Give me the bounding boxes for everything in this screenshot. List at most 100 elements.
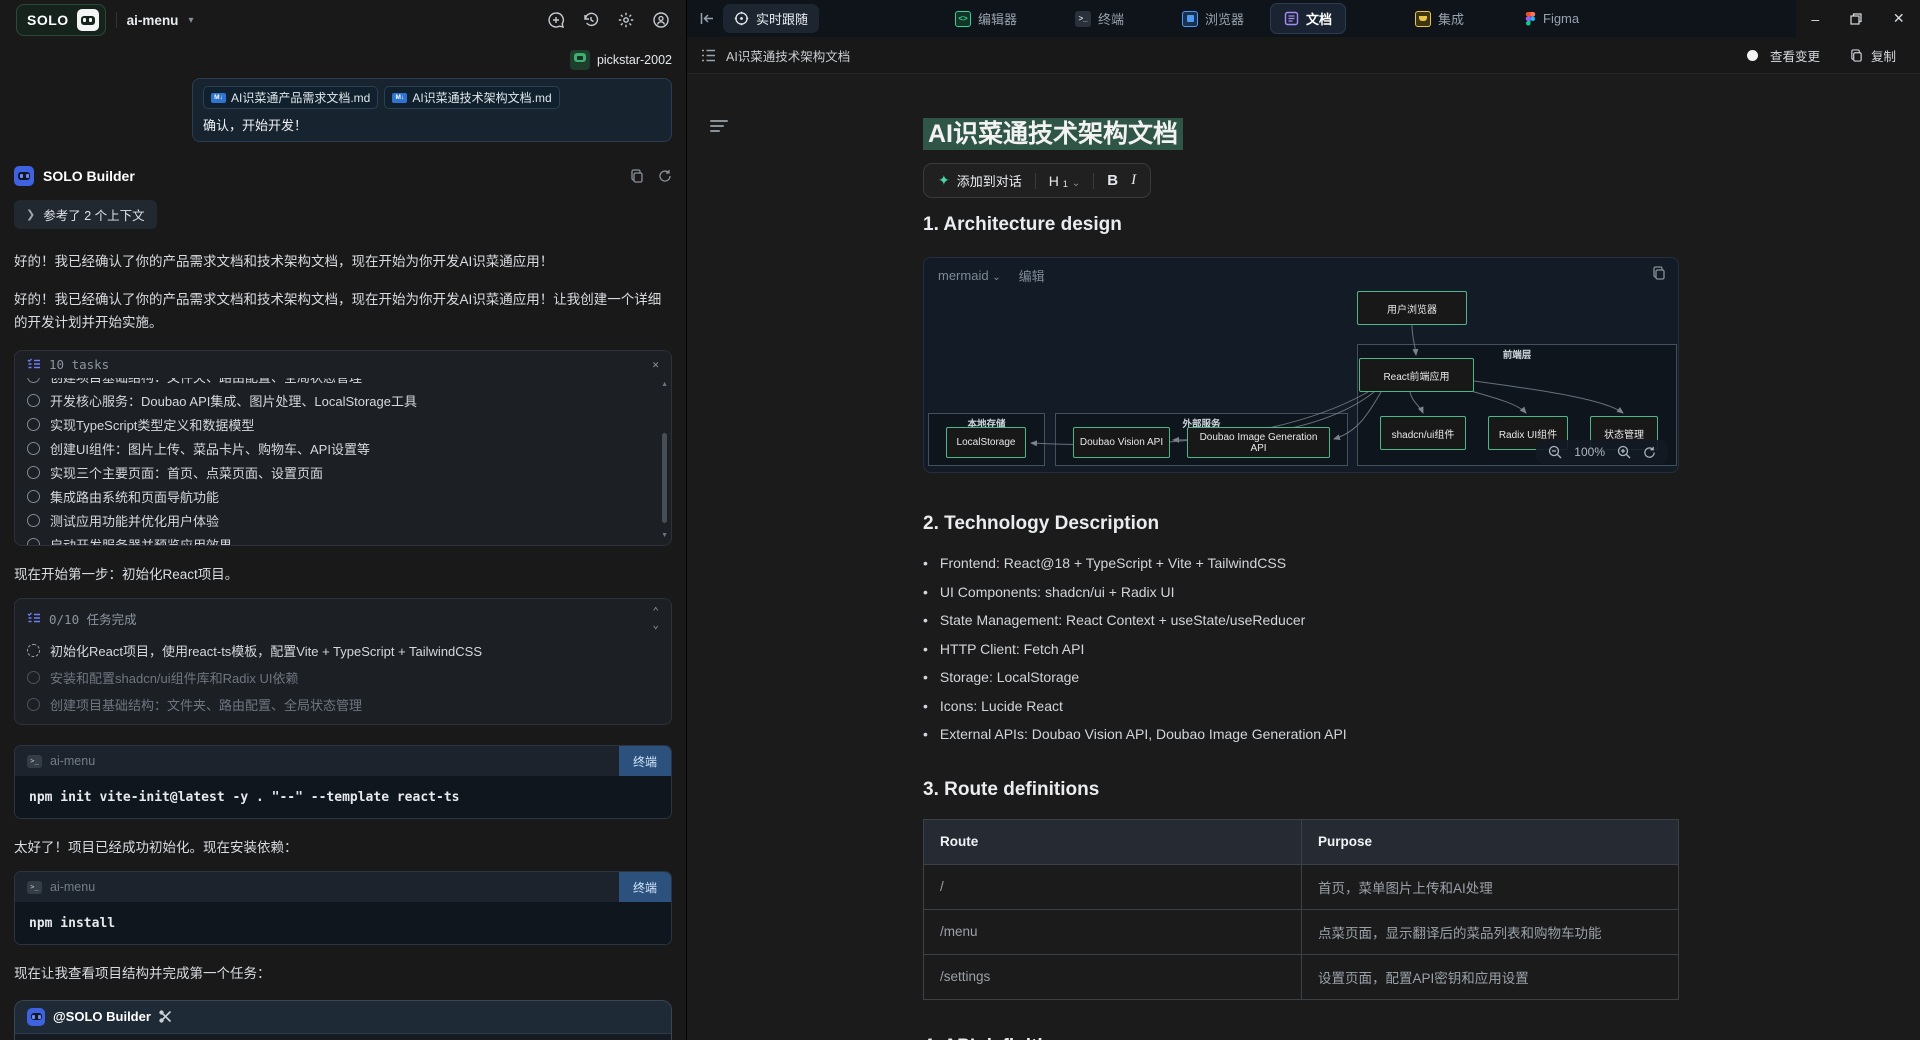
left-topbar: SOLO ai-menu ▾	[0, 0, 686, 40]
history-icon[interactable]	[582, 11, 600, 29]
new-chat-icon[interactable]	[547, 11, 565, 29]
heading-select[interactable]: H1⌄	[1049, 173, 1081, 189]
builder-robot-icon	[27, 1008, 45, 1026]
outline-list-icon[interactable]	[701, 49, 716, 62]
expand-collapse-icon[interactable]: ⌃⌄	[652, 605, 659, 631]
docs-icon	[1284, 11, 1299, 26]
user-name: pickstar-2002	[597, 53, 672, 67]
solo-logo[interactable]: SOLO	[16, 4, 106, 36]
collapse-panel-icon[interactable]	[700, 0, 715, 37]
table-row: /menu点菜页面，显示翻译后的菜品列表和购物车功能	[924, 909, 1679, 954]
restore-button[interactable]	[1850, 13, 1862, 25]
context-reference-chip[interactable]: ❯ 参考了 2 个上下文	[14, 200, 157, 229]
assistant-message: 太好了！项目已经成功初始化。现在安装依赖：	[14, 837, 672, 859]
refresh-icon[interactable]	[658, 169, 672, 183]
section-heading: 2. Technology Description	[923, 513, 1679, 535]
assistant-message: 现在开始第一步：初始化React项目。	[14, 564, 672, 586]
checklist-icon	[27, 358, 41, 370]
user-message-text: 确认，开始开发！	[203, 115, 307, 134]
file-chip[interactable]: M↓AI识菜通产品需求文档.md	[203, 86, 378, 109]
list-item: •State Management: React Context + useSt…	[923, 606, 1679, 635]
assistant-message: 好的！我已经确认了你的产品需求文档和技术架构文档，现在开始为你开发AI识菜通应用…	[14, 289, 672, 334]
progress-count: 0/10 任务完成	[49, 609, 137, 628]
collapse-icon[interactable]: ✕	[652, 358, 659, 371]
task-item-partial: 创建项目基础结构：文件夹、路由配置、全局状态管理	[27, 378, 362, 389]
tab-editor[interactable]: <>编辑器	[955, 9, 1017, 28]
task-circle-icon	[27, 394, 40, 407]
tab-live-follow[interactable]: 实时跟随	[723, 4, 819, 33]
task-item: 开发核心服务：Doubao API集成、图片处理、LocalStorage工具	[27, 389, 659, 413]
edit-diagram-button[interactable]: 编辑	[1019, 266, 1045, 285]
document-toolbar: AI识菜通技术架构文档 查看变更 复制	[687, 37, 1920, 74]
list-item: •Icons: Lucide React	[923, 692, 1679, 721]
table-row: /settings设置页面，配置API密钥和应用设置	[924, 954, 1679, 999]
mention-label: @SOLO Builder	[53, 1009, 151, 1024]
terminal-badge-button[interactable]: 终端	[619, 872, 671, 902]
terminal-block: >_ ai-menu 终端 npm install	[14, 871, 672, 945]
list-item: •Frontend: React@18 + TypeScript + Vite …	[923, 549, 1679, 578]
copy-button[interactable]: 复制	[1871, 46, 1896, 65]
task-item: 创建UI组件：图片上传、菜品卡片、购物车、API设置等	[27, 437, 659, 461]
copy-icon[interactable]	[1652, 266, 1666, 280]
tab-browser[interactable]: 浏览器	[1182, 9, 1244, 28]
tab-integration[interactable]: 集成	[1415, 9, 1464, 28]
reset-view-icon[interactable]	[1643, 446, 1656, 459]
spinner-icon	[27, 644, 40, 657]
terminal-command: npm install	[29, 916, 115, 931]
tech-list: •Frontend: React@18 + TypeScript + Vite …	[923, 549, 1679, 749]
progress-item-active: 初始化React项目，使用react-ts模板，配置Vite + TypeScr…	[15, 637, 671, 664]
bold-button[interactable]: B	[1107, 172, 1118, 189]
minimize-button[interactable]: –	[1811, 11, 1819, 27]
breadcrumb[interactable]: AI识菜通技术架构文档	[726, 46, 850, 65]
task-item: 实现三个主要页面：首页、点菜页面、设置页面	[27, 461, 659, 485]
italic-button[interactable]: I	[1131, 172, 1136, 189]
diagram-language-select[interactable]: mermaid ⌄	[938, 268, 1001, 283]
zoom-out-icon[interactable]	[1548, 445, 1562, 459]
scrollbar[interactable]: ▲▼	[660, 381, 668, 539]
status-dot[interactable]	[1747, 50, 1758, 61]
copy-icon[interactable]	[630, 169, 644, 183]
solo-robot-icon	[77, 9, 99, 31]
assistant-name: SOLO Builder	[43, 168, 135, 184]
add-to-chat-button[interactable]: ✦添加到对话	[938, 171, 1022, 190]
close-button[interactable]: ✕	[1893, 10, 1905, 27]
document-area[interactable]: AI识菜通技术架构文档 ✦添加到对话 H1⌄ B I 1. Architectu…	[687, 74, 1920, 1040]
progress-item: 创建项目基础结构：文件夹、路由配置、全局状态管理	[15, 691, 671, 718]
task-list-card: 10 tasks ✕ 创建项目基础结构：文件夹、路由配置、全局状态管理 开发核心…	[14, 350, 672, 546]
task-item: 实现TypeScript类型定义和数据模型	[27, 413, 659, 437]
diagram-node: 用户浏览器	[1357, 291, 1467, 325]
account-icon[interactable]	[652, 11, 670, 29]
terminal-icon: >_	[27, 755, 42, 768]
list-item: •External APIs: Doubao Vision API, Douba…	[923, 720, 1679, 749]
markdown-icon: M↓	[211, 93, 226, 103]
chat-panel: SOLO ai-menu ▾ pickstar-2002 M↓AI识菜通产品	[0, 0, 687, 1040]
chat-scroll-area[interactable]: pickstar-2002 M↓AI识菜通产品需求文档.md M↓AI识菜通技术…	[0, 40, 686, 1040]
table-header: Purpose	[1302, 819, 1679, 864]
tab-docs[interactable]: 文档	[1270, 3, 1346, 34]
settings-gear-icon[interactable]	[617, 11, 635, 29]
message-input[interactable]: 您正在与 SOLO Builder 聊天 @ # Claude-4-Sonnet…	[15, 1034, 671, 1040]
diagram-zoom-controls: 100%	[1536, 440, 1668, 464]
diagram-node: shadcn/ui组件	[1380, 416, 1466, 450]
zoom-in-icon[interactable]	[1617, 445, 1631, 459]
copy-icon[interactable]	[1850, 49, 1863, 62]
figma-icon	[1525, 11, 1536, 26]
tab-terminal[interactable]: >_终端	[1075, 9, 1124, 28]
chat-input-box[interactable]: @SOLO Builder 您正在与 SOLO Builder 聊天 @ # C…	[14, 1000, 672, 1040]
block-menu-icon[interactable]	[710, 120, 728, 135]
chevron-down-icon[interactable]: ▾	[188, 15, 193, 26]
project-name[interactable]: ai-menu	[127, 13, 179, 28]
scrollbar-thumb[interactable]	[662, 433, 667, 523]
markdown-icon: M↓	[392, 93, 407, 103]
editor-icon: <>	[955, 11, 971, 27]
user-message-bubble: M↓AI识菜通产品需求文档.md M↓AI识菜通技术架构文档.md 确认，开始开…	[192, 78, 672, 142]
task-circle-icon	[27, 466, 40, 479]
view-changes-button[interactable]: 查看变更	[1770, 46, 1820, 65]
terminal-badge-button[interactable]: 终端	[619, 746, 671, 776]
checklist-icon	[27, 612, 41, 624]
tab-figma[interactable]: Figma	[1525, 11, 1579, 26]
divider	[116, 12, 117, 28]
terminal-source: ai-menu	[50, 754, 95, 768]
tools-icon[interactable]	[159, 1010, 172, 1023]
file-chip[interactable]: M↓AI识菜通技术架构文档.md	[384, 86, 559, 109]
